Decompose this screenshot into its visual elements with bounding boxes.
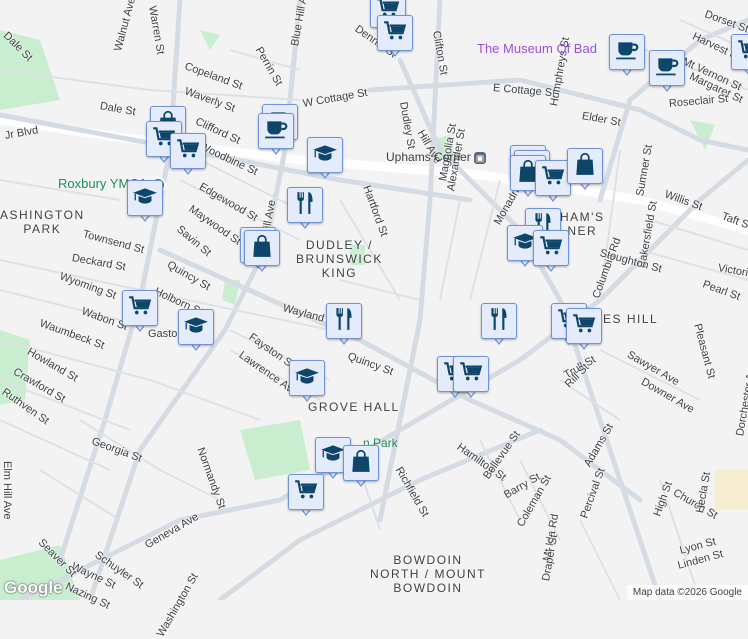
cart-marker[interactable]: [535, 160, 571, 206]
coffee-cup-icon: [614, 37, 640, 68]
cart-marker[interactable]: [453, 356, 489, 402]
bag-marker[interactable]: [567, 148, 603, 194]
marker-box: [343, 445, 379, 481]
fork-knife-icon: [292, 190, 318, 221]
bag-marker[interactable]: [343, 445, 379, 491]
coffee-cup-icon: [654, 53, 680, 84]
marker-box: [287, 187, 323, 223]
marker-box: [170, 133, 206, 169]
shopping-cart-icon: [538, 233, 564, 264]
coffee-marker[interactable]: [649, 50, 685, 96]
shopping-bag-icon: [348, 448, 374, 479]
shopping-bag-icon: [249, 233, 275, 264]
shopping-cart-icon: [540, 163, 566, 194]
fork-knife-icon: [486, 306, 512, 337]
grad-marker[interactable]: [289, 360, 325, 406]
marker-box: [288, 474, 324, 510]
marker-box: [326, 303, 362, 339]
shopping-cart-icon: [458, 359, 484, 390]
fork-knife-icon: [331, 306, 357, 337]
poi-uphams-corner-station[interactable]: Uphams Corner ▣: [386, 150, 487, 164]
marker-box: [535, 160, 571, 196]
marker-box: [307, 137, 343, 173]
marker-box: [566, 308, 602, 344]
cart-marker[interactable]: [170, 133, 206, 179]
marker-box: [533, 230, 569, 266]
marker-box: [122, 290, 158, 326]
shopping-cart-icon: [293, 477, 319, 508]
coffee-marker[interactable]: [258, 113, 294, 159]
neighborhood-washington-park: ASHINGTON PARK: [0, 208, 85, 236]
neighborhood-meeting-house-hill: ES HILL: [603, 312, 659, 326]
marker-box: [244, 230, 280, 266]
train-icon: ▣: [474, 151, 487, 164]
shopping-cart-icon: [571, 311, 597, 342]
marker-box: [453, 356, 489, 392]
marker-box: [258, 113, 294, 149]
coffee-cup-icon: [263, 116, 289, 147]
cart-marker[interactable]: [122, 290, 158, 336]
neighborhood-dudley-brunswick-king: DUDLEY / BRUNSWICK KING: [296, 238, 383, 280]
marker-box: [609, 34, 645, 70]
cart-marker[interactable]: [533, 230, 569, 276]
graduation-cap-icon: [132, 183, 158, 214]
fork-marker[interactable]: [326, 303, 362, 349]
map-attribution[interactable]: Map data ©2026 Google: [626, 585, 748, 600]
marker-box: [289, 360, 325, 396]
marker-box: [481, 303, 517, 339]
shopping-cart-icon: [736, 37, 748, 68]
street-label: Elm Hill Ave: [1, 461, 13, 520]
cart-marker[interactable]: [377, 15, 413, 61]
marker-box: [649, 50, 685, 86]
google-logo: Google: [4, 578, 63, 597]
grad-marker[interactable]: [307, 137, 343, 183]
marker-box: [377, 15, 413, 51]
grad-marker[interactable]: [178, 309, 214, 355]
grad-marker[interactable]: [127, 180, 163, 226]
graduation-cap-icon: [294, 363, 320, 394]
neighborhood-bowdoin-north: BOWDOIN NORTH / MOUNT BOWDOIN: [370, 553, 486, 595]
cart-marker[interactable]: [288, 474, 324, 520]
graduation-cap-icon: [312, 140, 338, 171]
shopping-cart-icon: [127, 293, 153, 324]
cart-marker[interactable]: [566, 308, 602, 354]
bag-marker[interactable]: [244, 230, 280, 276]
fork-marker[interactable]: [287, 187, 323, 233]
shopping-cart-icon: [382, 18, 408, 49]
cart-marker[interactable]: [731, 34, 748, 80]
marker-box: [127, 180, 163, 216]
fork-marker[interactable]: [481, 303, 517, 349]
poi-museum-of-bad[interactable]: The Museum Of Bad: [477, 41, 597, 56]
poi-label: Uphams Corner: [386, 150, 471, 164]
shopping-cart-icon: [175, 136, 201, 167]
marker-box: [731, 34, 748, 70]
shopping-bag-icon: [572, 151, 598, 182]
graduation-cap-icon: [183, 312, 209, 343]
marker-box: [178, 309, 214, 345]
coffee-marker[interactable]: [609, 34, 645, 80]
marker-box: [567, 148, 603, 184]
